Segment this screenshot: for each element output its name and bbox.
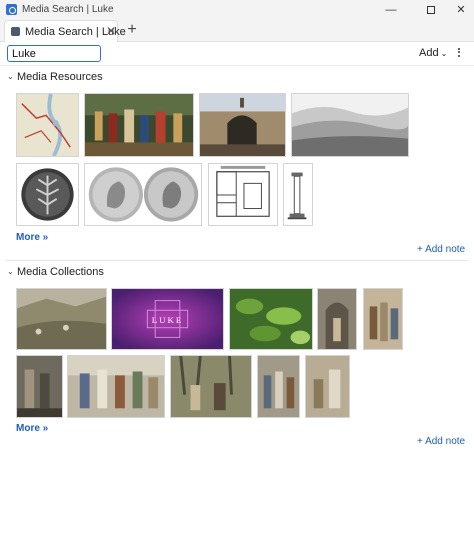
floor-plan-thumbnail[interactable]	[208, 163, 278, 226]
collection-thumbnail[interactable]	[229, 288, 313, 350]
window-titlebar: Media Search | Luke — ✕	[0, 0, 474, 20]
media-collections-header[interactable]: ⌄ Media Collections	[0, 265, 474, 281]
close-tab-button[interactable]: ✕	[106, 24, 116, 38]
collection-thumbnail[interactable]	[170, 355, 252, 418]
tab-media-search[interactable]: Media Search | Luke ✕	[4, 20, 126, 42]
column-drawing-thumbnail[interactable]	[283, 163, 313, 226]
collection-thumbnail[interactable]	[363, 288, 403, 350]
two-coins-thumbnail[interactable]	[84, 163, 202, 226]
media-collections-more-link[interactable]: More »	[16, 423, 48, 434]
window-title: Media Search | Luke	[22, 4, 114, 15]
media-resources-header[interactable]: ⌄ Media Resources	[0, 70, 474, 86]
dot-icon	[458, 47, 460, 50]
new-tab-button[interactable]: +	[124, 21, 140, 39]
media-search-icon	[11, 27, 20, 36]
luke-card-text: LUKE	[152, 315, 183, 325]
coin-thumbnail[interactable]	[16, 163, 79, 226]
tab-strip: Media Search | Luke ✕ +	[0, 20, 474, 42]
add-button[interactable]: Add ⌄	[419, 47, 447, 59]
section-divider	[6, 260, 468, 261]
collection-thumbnail[interactable]	[317, 288, 357, 350]
collection-thumbnail[interactable]	[16, 355, 63, 418]
media-resources-more-link[interactable]: More »	[16, 232, 48, 243]
toolbar: Add⌄	[0, 42, 474, 66]
collection-thumbnail[interactable]	[257, 355, 300, 418]
section-title: Media Resources	[17, 71, 103, 83]
map-thumbnail[interactable]	[16, 93, 79, 157]
collapse-chevron-icon[interactable]: ⌄	[7, 72, 14, 81]
media-collections-add-note[interactable]: + Add note	[417, 436, 465, 447]
collapse-chevron-icon[interactable]: ⌄	[7, 267, 14, 276]
chevron-down-icon: ⌄	[440, 49, 448, 58]
minimize-button[interactable]: —	[376, 1, 406, 19]
media-resources-add-note[interactable]: + Add note	[417, 244, 465, 255]
painting-thumbnail[interactable]	[84, 93, 194, 157]
gate-photo-thumbnail[interactable]	[199, 93, 286, 157]
collection-thumbnail[interactable]	[16, 288, 107, 350]
dot-icon	[458, 51, 460, 53]
maximize-button[interactable]	[416, 1, 446, 19]
app-logo-icon	[6, 4, 17, 15]
dot-icon	[458, 54, 460, 57]
close-window-button[interactable]: ✕	[446, 1, 474, 19]
landscape-engraving-thumbnail[interactable]	[291, 93, 409, 157]
luke-title-card-thumbnail[interactable]: LUKE	[111, 288, 224, 350]
collection-thumbnail[interactable]	[305, 355, 350, 418]
section-title: Media Collections	[17, 266, 104, 278]
maximize-icon	[427, 6, 435, 15]
search-input[interactable]	[7, 45, 101, 62]
more-options-button[interactable]	[456, 46, 462, 60]
collection-thumbnail[interactable]	[67, 355, 165, 418]
add-button-label: Add	[419, 47, 439, 59]
